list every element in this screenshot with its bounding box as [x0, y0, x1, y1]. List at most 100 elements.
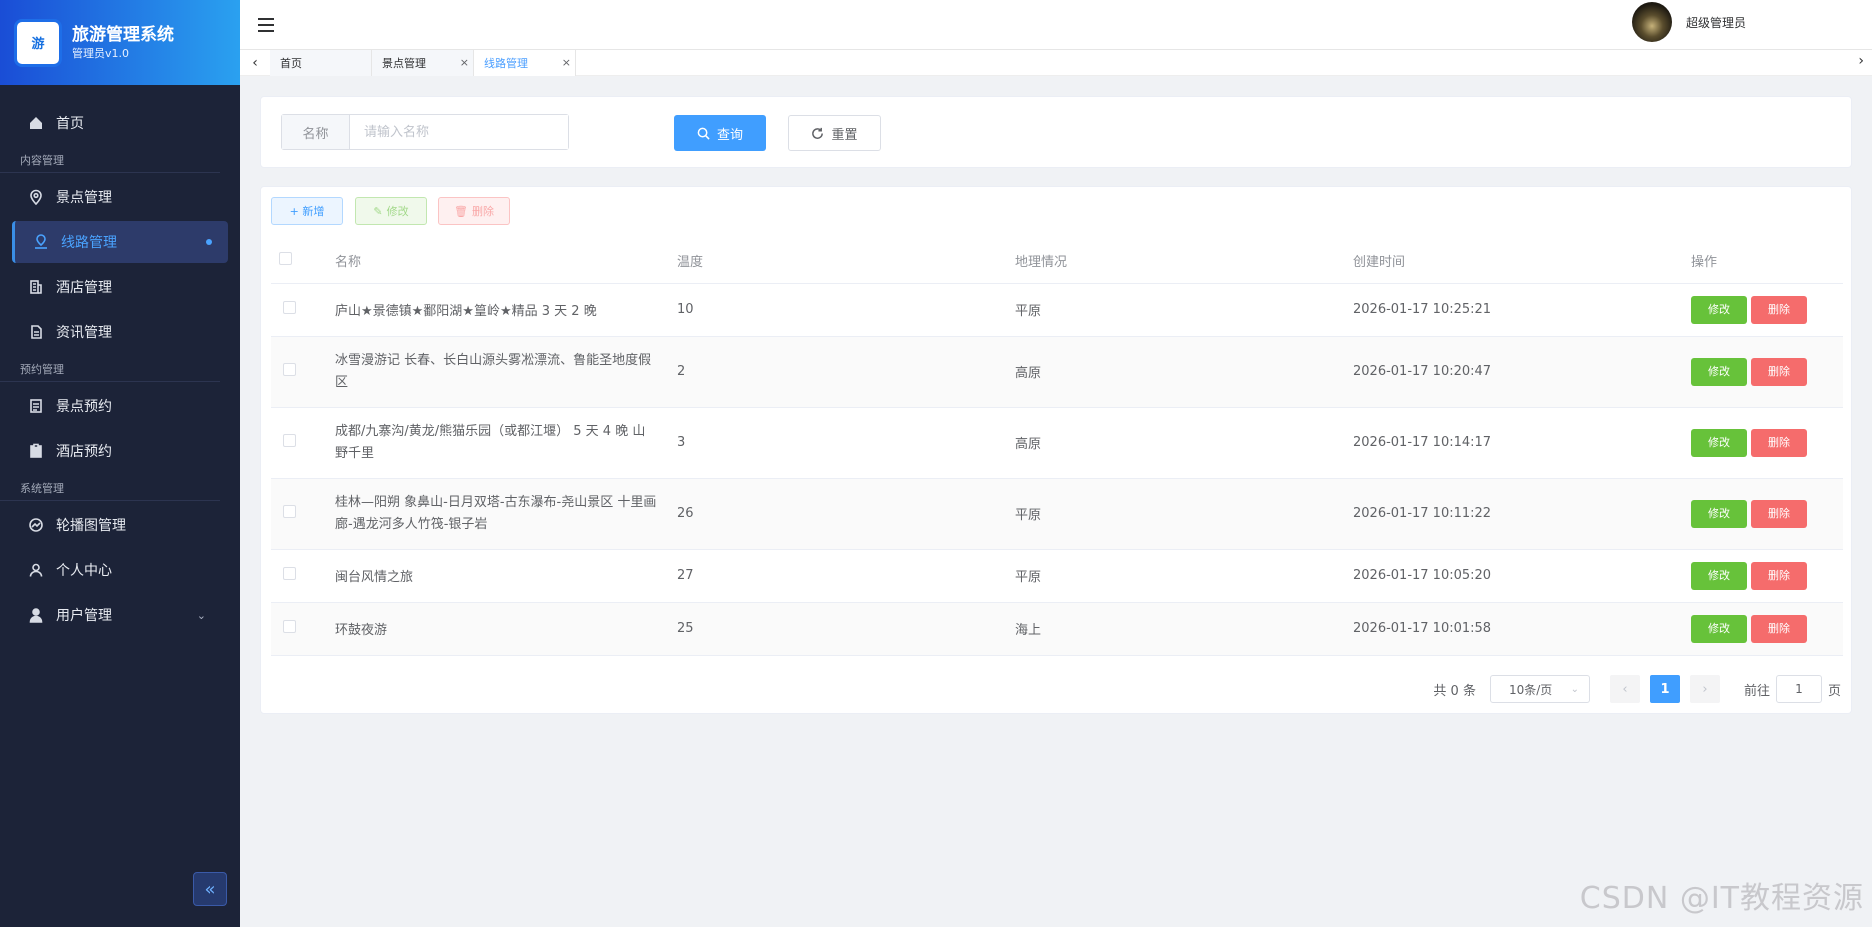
watermark: CSDN @IT教程资源: [1579, 881, 1864, 916]
delete-button[interactable]: 🗑 删除: [438, 197, 510, 225]
tab-scroll-left-icon[interactable]: ‹: [240, 55, 270, 71]
row-checkbox[interactable]: [283, 363, 296, 376]
pagination: 共 0 条 10条/页 ⌄ ‹ 1 › 前往 页: [1433, 675, 1841, 703]
edit-button[interactable]: ✎ 修改: [355, 197, 427, 225]
home-icon: [28, 115, 44, 131]
query-label: 查询: [716, 127, 743, 143]
sidebar-item-scenic[interactable]: 景点管理: [0, 176, 240, 218]
sidebar-item-home[interactable]: 首页: [0, 102, 240, 144]
active-dot: [206, 239, 212, 245]
page-size-select[interactable]: 10条/页 ⌄: [1489, 675, 1590, 703]
row-edit-button[interactable]: 修改: [1691, 357, 1747, 386]
page-number-current[interactable]: 1: [1649, 675, 1680, 703]
cell-geo: 高原: [1015, 407, 1353, 479]
row-delete-button[interactable]: 删除: [1751, 428, 1807, 457]
brand-header: 游 旅游管理系统 管理员v1.0: [0, 0, 240, 85]
col-header-actions: 操作: [1691, 239, 1843, 284]
sidebar-item-hotel-booking[interactable]: 酒店预约: [0, 430, 240, 472]
document-icon: [28, 324, 44, 340]
collapse-sidebar-button[interactable]: «: [193, 872, 227, 906]
row-checkbox[interactable]: [283, 301, 296, 314]
menu-toggle-icon[interactable]: [258, 17, 274, 32]
cell-time: 2026-01-17 10:11:22: [1353, 478, 1691, 550]
sidebar-item-label: 线路管理: [61, 235, 117, 251]
row-checkbox[interactable]: [283, 567, 296, 580]
row-delete-button[interactable]: 删除: [1751, 499, 1807, 528]
routes-table: 名称 温度 地理情况 创建时间 操作 庐山★景德镇★鄱阳湖★篁岭★精品 3 天 …: [271, 239, 1843, 656]
cell-temp: 27: [677, 549, 1015, 603]
clipboard-icon: [28, 443, 44, 459]
tab-scroll-right-icon[interactable]: ›: [1858, 53, 1864, 69]
tab-label: 首页: [280, 56, 302, 70]
cell-geo: 平原: [1015, 549, 1353, 603]
cell-temp: 2: [677, 336, 1015, 408]
cell-time: 2026-01-17 10:05:20: [1353, 549, 1691, 603]
row-checkbox[interactable]: [283, 620, 296, 633]
tab-route[interactable]: 线路管理 ×: [474, 49, 576, 76]
sidebar-item-label: 个人中心: [56, 563, 112, 579]
menu-group-booking: 预约管理: [0, 361, 220, 382]
row-delete-button[interactable]: 删除: [1751, 614, 1807, 643]
delete-label: 删除: [471, 205, 494, 218]
top-bar: 超级管理员: [240, 0, 1872, 50]
sidebar-item-label: 酒店管理: [56, 280, 112, 296]
tab-home[interactable]: 首页: [270, 49, 372, 76]
row-edit-button[interactable]: 修改: [1691, 499, 1747, 528]
row-edit-button[interactable]: 修改: [1691, 295, 1747, 324]
close-icon[interactable]: ×: [562, 56, 571, 69]
goto-prefix: 前往: [1743, 683, 1770, 699]
cell-name: 环鼓夜游: [335, 602, 677, 656]
sidebar-item-label: 首页: [56, 116, 84, 132]
table-row: 环鼓夜游 25 海上 2026-01-17 10:01:58 修改 删除: [271, 602, 1843, 656]
page-size-value: 10条/页: [1508, 682, 1553, 697]
row-edit-button[interactable]: 修改: [1691, 614, 1747, 643]
sidebar-item-scenic-booking[interactable]: 景点预约: [0, 385, 240, 427]
app-title: 旅游管理系统: [72, 24, 174, 45]
query-button[interactable]: 查询: [674, 115, 766, 151]
search-icon: [697, 127, 710, 140]
add-button[interactable]: + 新增: [271, 197, 343, 225]
edit-icon: ✎: [373, 204, 383, 218]
sidebar-item-users[interactable]: 用户管理 ⌄: [0, 594, 240, 636]
col-header-time: 创建时间: [1353, 239, 1691, 284]
col-header-geo: 地理情况: [1015, 239, 1353, 284]
avatar[interactable]: [1631, 2, 1672, 42]
col-header-name: 名称: [335, 239, 677, 284]
sidebar-item-route[interactable]: 线路管理: [12, 221, 228, 263]
next-page-button[interactable]: ›: [1689, 675, 1720, 703]
app-subtitle: 管理员v1.0: [72, 46, 130, 60]
sidebar-item-news[interactable]: 资讯管理: [0, 311, 240, 353]
name-search-input[interactable]: [350, 115, 568, 149]
sidebar-item-label: 酒店预约: [56, 444, 112, 460]
edit-label: 修改: [386, 205, 409, 218]
cell-time: 2026-01-17 10:25:21: [1353, 283, 1691, 337]
prev-page-button[interactable]: ‹: [1609, 675, 1640, 703]
row-delete-button[interactable]: 删除: [1751, 295, 1807, 324]
select-all-checkbox[interactable]: [279, 252, 292, 266]
close-icon[interactable]: ×: [460, 56, 469, 69]
row-edit-button[interactable]: 修改: [1691, 428, 1747, 457]
sidebar-item-carousel[interactable]: 轮播图管理: [0, 504, 240, 546]
cell-name: 桂林—阳朔 象鼻山-日月双塔-古东瀑布-尧山景区 十里画廊-遇龙河多人竹筏-银子…: [335, 478, 677, 550]
user-icon: [28, 562, 44, 578]
logo-text: 游: [31, 37, 45, 52]
tab-scenic[interactable]: 景点管理 ×: [372, 49, 474, 76]
row-checkbox[interactable]: [283, 505, 296, 518]
row-delete-button[interactable]: 删除: [1751, 561, 1807, 590]
menu-group-system: 系统管理: [0, 480, 220, 501]
row-delete-button[interactable]: 删除: [1751, 357, 1807, 386]
row-edit-button[interactable]: 修改: [1691, 561, 1747, 590]
cell-geo: 平原: [1015, 283, 1353, 337]
sidebar-item-profile[interactable]: 个人中心: [0, 549, 240, 591]
reset-button[interactable]: 重置: [788, 115, 881, 151]
menu-group-content: 内容管理: [0, 152, 220, 173]
goto-suffix: 页: [1827, 683, 1841, 699]
sidebar-item-hotel[interactable]: 酒店管理: [0, 266, 240, 308]
tab-label: 景点管理: [382, 56, 426, 70]
tab-label: 线路管理: [484, 56, 528, 70]
row-checkbox[interactable]: [283, 434, 296, 447]
refresh-icon: [812, 127, 824, 139]
goto-page-input[interactable]: [1775, 675, 1822, 703]
cell-geo: 平原: [1015, 478, 1353, 550]
user-menu[interactable]: 超级管理员: [1631, 2, 1746, 42]
